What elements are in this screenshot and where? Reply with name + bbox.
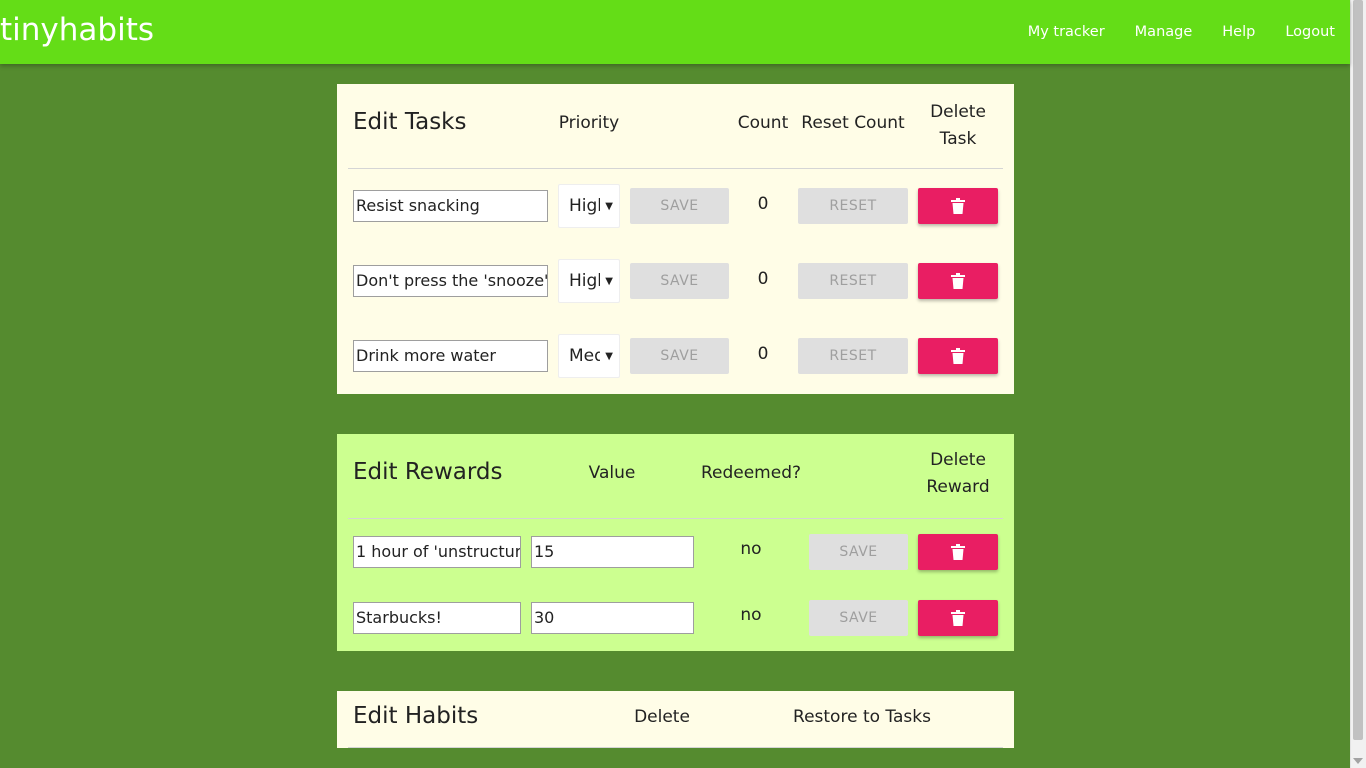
reset-count-header: Reset Count	[801, 113, 905, 133]
reward-value-input[interactable]: 15	[531, 536, 694, 568]
reward-save-button[interactable]: SAVE	[809, 600, 908, 636]
dropdown-arrow-icon: ▼	[605, 276, 613, 287]
task-priority-select[interactable]: High ▼	[558, 184, 620, 228]
task-name-input[interactable]: Don't press the 'snooze' button	[353, 265, 548, 297]
rewards-divider	[348, 518, 1003, 519]
reward-name-input[interactable]: Starbucks!	[353, 602, 521, 634]
redeemed-header: Redeemed?	[700, 463, 802, 483]
trash-icon	[951, 544, 965, 560]
reward-value-input[interactable]: 30	[531, 602, 694, 634]
task-name-input[interactable]: Resist snacking	[353, 190, 548, 222]
habits-divider	[348, 747, 1003, 748]
task-reset-button[interactable]: RESET	[798, 263, 908, 299]
dropdown-arrow-icon: ▼	[605, 201, 613, 212]
task-priority-value: Medium	[569, 346, 600, 366]
task-priority-value: High	[569, 196, 600, 216]
delete-reward-header: Delete Reward	[926, 450, 990, 497]
task-priority-select[interactable]: Medium ▼	[558, 334, 620, 378]
edit-rewards-card: Edit Rewards Value Redeemed? Delete Rewa…	[337, 434, 1014, 651]
task-save-button[interactable]: SAVE	[630, 188, 729, 224]
task-name-input[interactable]: Drink more water	[353, 340, 548, 372]
trash-icon	[951, 273, 965, 289]
value-header: Value	[588, 463, 636, 483]
brand-logo[interactable]: tinyhabits	[0, 10, 154, 50]
task-save-button[interactable]: SAVE	[630, 338, 729, 374]
delete-task-button[interactable]	[918, 188, 998, 224]
edit-habits-title: Edit Habits	[353, 703, 479, 729]
trash-icon	[951, 198, 965, 214]
reward-name-input[interactable]: 1 hour of 'unstructured' time	[353, 536, 521, 568]
task-count: 0	[757, 269, 769, 289]
delete-task-header: Delete Task	[930, 102, 986, 149]
task-save-button[interactable]: SAVE	[630, 263, 729, 299]
dropdown-arrow-icon: ▼	[605, 351, 613, 362]
task-count: 0	[757, 344, 769, 364]
task-count: 0	[757, 194, 769, 214]
delete-task-button[interactable]	[918, 338, 998, 374]
reward-save-button[interactable]: SAVE	[809, 534, 908, 570]
trash-icon	[951, 348, 965, 364]
delete-reward-button[interactable]	[918, 600, 998, 636]
nav-help[interactable]: Help	[1207, 0, 1270, 64]
trash-icon	[951, 610, 965, 626]
habits-delete-header: Delete	[634, 707, 690, 727]
reward-redeemed: no	[740, 539, 762, 559]
nav-my-tracker[interactable]: My tracker	[1013, 0, 1120, 64]
task-priority-value: High	[569, 271, 600, 291]
task-reset-button[interactable]: RESET	[798, 338, 908, 374]
edit-rewards-title: Edit Rewards	[353, 459, 503, 485]
tasks-divider	[348, 168, 1003, 169]
edit-tasks-card: Edit Tasks Priority Count Reset Count De…	[337, 84, 1014, 394]
delete-reward-button[interactable]	[918, 534, 998, 570]
nav-logout[interactable]: Logout	[1270, 0, 1350, 64]
nav-links: My tracker Manage Help Logout	[1013, 0, 1350, 64]
navbar: tinyhabits My tracker Manage Help Logout	[0, 0, 1350, 64]
task-reset-button[interactable]: RESET	[798, 188, 908, 224]
reward-redeemed: no	[740, 605, 762, 625]
page-scrollbar[interactable]	[1350, 0, 1366, 768]
priority-header: Priority	[558, 113, 620, 133]
count-header: Count	[737, 113, 789, 133]
delete-task-button[interactable]	[918, 263, 998, 299]
restore-to-tasks-header: Restore to Tasks	[793, 707, 931, 727]
task-priority-select[interactable]: High ▼	[558, 259, 620, 303]
scrollbar-thumb[interactable]	[1353, 0, 1363, 740]
edit-tasks-title: Edit Tasks	[353, 109, 467, 135]
scroll-down-arrow-icon[interactable]	[1353, 758, 1363, 764]
edit-habits-card: Edit Habits Delete Restore to Tasks	[337, 691, 1014, 748]
nav-manage[interactable]: Manage	[1120, 0, 1208, 64]
